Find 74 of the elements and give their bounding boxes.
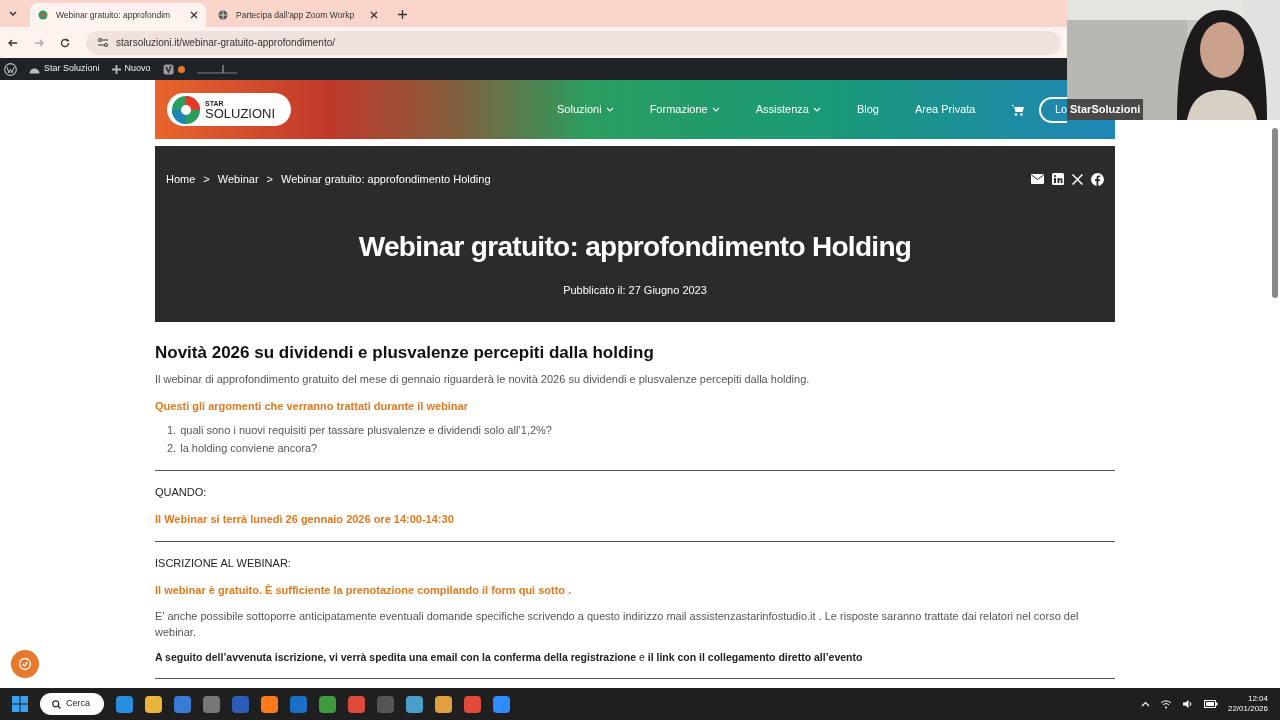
topic-item: la holding conviene ancora? (180, 441, 318, 455)
browser-tab[interactable]: Webinar gratuito: approfondim (30, 3, 206, 27)
search-icon (52, 699, 61, 709)
site-link[interactable]: Star Soluzioni (44, 62, 100, 76)
nav-link[interactable]: Area Privata (914, 101, 976, 118)
x-logo-icon[interactable] (1072, 173, 1083, 185)
when-text: Il Webinar si terrà lunedì 26 gennaio 2026 ore 14:00-14:30 (155, 512, 455, 526)
nav-link[interactable]: Assistenza (755, 101, 821, 118)
new-tab-icon[interactable] (398, 10, 407, 19)
breadcrumb-separator: > (203, 172, 210, 187)
wordpress-logo-icon[interactable] (4, 62, 17, 76)
nav-link[interactable]: Soluzioni (557, 101, 614, 118)
taskbar-app-icon[interactable] (174, 695, 191, 713)
globe-icon (218, 10, 228, 20)
taskbar-app-icon[interactable] (261, 695, 278, 713)
intro-text: Il webinar di approfondimento gratuito del mese di gennaio riguarderà le novità 2026 su dividendi e plusvalenze percepiti dalla holding. (155, 372, 811, 386)
taskbar-app-icon[interactable] (319, 695, 336, 713)
nav-link[interactable]: Blog (856, 101, 879, 118)
new-link[interactable]: Nuovo (124, 62, 151, 76)
site-logo-icon (38, 10, 48, 20)
browser-tab[interactable]: Partecipa dall'app Zoom Workp (210, 3, 386, 27)
page-title: Webinar gratuito: approfondimento Holding (357, 229, 913, 264)
list-number: 2. (167, 441, 177, 455)
publish-date: Pubblicato il: 27 Giugno 2023 (562, 282, 708, 298)
chevron-up-icon[interactable] (1140, 701, 1150, 707)
section-heading: Novità 2026 su dividendi e plusvalenze percepiti dalla holding (155, 343, 655, 363)
scrollbar-thumb[interactable] (1272, 128, 1278, 298)
signup-label: ISCRIZIONE AL WEBINAR: (155, 556, 292, 570)
speaker-icon[interactable] (1181, 699, 1194, 709)
activity-graph-icon (196, 64, 237, 74)
tab-list-icon[interactable] (8, 9, 18, 19)
taskbar-app-icon[interactable] (145, 695, 162, 713)
taskbar-app-icon[interactable] (116, 695, 133, 713)
taskbar-app-icon[interactable] (348, 695, 365, 713)
facebook-icon[interactable] (1091, 172, 1104, 186)
url-text: starsoluzioni.it/webinar-gratuito-approfondimento/ (116, 36, 335, 50)
email-icon[interactable] (1031, 174, 1044, 185)
breadcrumb-link[interactable]: Webinar gratuito: approfondimento Holding (281, 171, 491, 188)
taskbar-app-icon[interactable] (406, 695, 423, 713)
signup-text: Il webinar è gratuito. È sufficiente la prenotazione compilando il form qui sotto . (155, 583, 573, 597)
swirl-logo-icon (171, 94, 201, 125)
clock-date: 22/01/2026 (1227, 704, 1268, 714)
list-number: 1. (167, 423, 177, 437)
start-icon[interactable] (12, 696, 28, 712)
cart-icon[interactable] (1011, 103, 1025, 116)
topic-item: quali sono i nuovi requisiti per tassare plusvalenze e dividendi solo all’1,2%? (180, 423, 552, 437)
taskbar-app-icon[interactable] (464, 695, 481, 713)
battery-icon[interactable] (1203, 700, 1218, 708)
wifi-icon[interactable] (1159, 699, 1172, 709)
plus-icon[interactable] (111, 64, 121, 74)
when-label: QUANDO: (155, 485, 208, 499)
taskbar-app-icon[interactable] (203, 695, 220, 713)
site-settings-icon[interactable] (98, 38, 108, 47)
logo-text: SOLUZIONI (205, 106, 276, 120)
taskbar-app-icon[interactable] (435, 695, 452, 713)
questions-text: E’ anche possibile sottoporre anticipatamente eventuali domande specifiche scrivendo a questo indirizzo mail assistenzastarinfostudio.it . Le risposte saranno trattate dai relatori nel corso del webinar. (155, 609, 1080, 640)
address-field[interactable]: starsoluzioni.it/webinar-gratuito-approfondimento/ (86, 30, 1061, 55)
tab-title: Webinar gratuito: approfondim (56, 8, 172, 22)
breadcrumb-link[interactable]: Home (166, 171, 196, 188)
close-icon[interactable] (190, 11, 198, 19)
breadcrumb-link[interactable]: Webinar (217, 171, 259, 188)
topics-heading: Questi gli argomenti che verranno trattati durante il webinar (155, 399, 469, 413)
clock-time: 12:04 (1247, 694, 1268, 704)
breadcrumb-separator: > (266, 172, 273, 187)
tab-title: Partecipa dall'app Zoom Workp (236, 8, 356, 22)
confirmation-text: A seguito dell’avvenuta iscrizione, vi verrà spedita una email con la conferma della registrazione e il link con il collegamento diretto all’evento (155, 650, 864, 664)
taskbar-search-field[interactable]: Cerca (40, 693, 104, 715)
linkedin-icon[interactable] (1052, 173, 1064, 186)
floating-button[interactable] (11, 650, 39, 678)
back-icon[interactable] (8, 37, 18, 48)
reload-icon[interactable] (60, 37, 70, 48)
close-icon[interactable] (370, 11, 378, 19)
participant-name: StarSoluzioni (1067, 99, 1144, 120)
taskbar-app-icon[interactable] (493, 695, 510, 713)
